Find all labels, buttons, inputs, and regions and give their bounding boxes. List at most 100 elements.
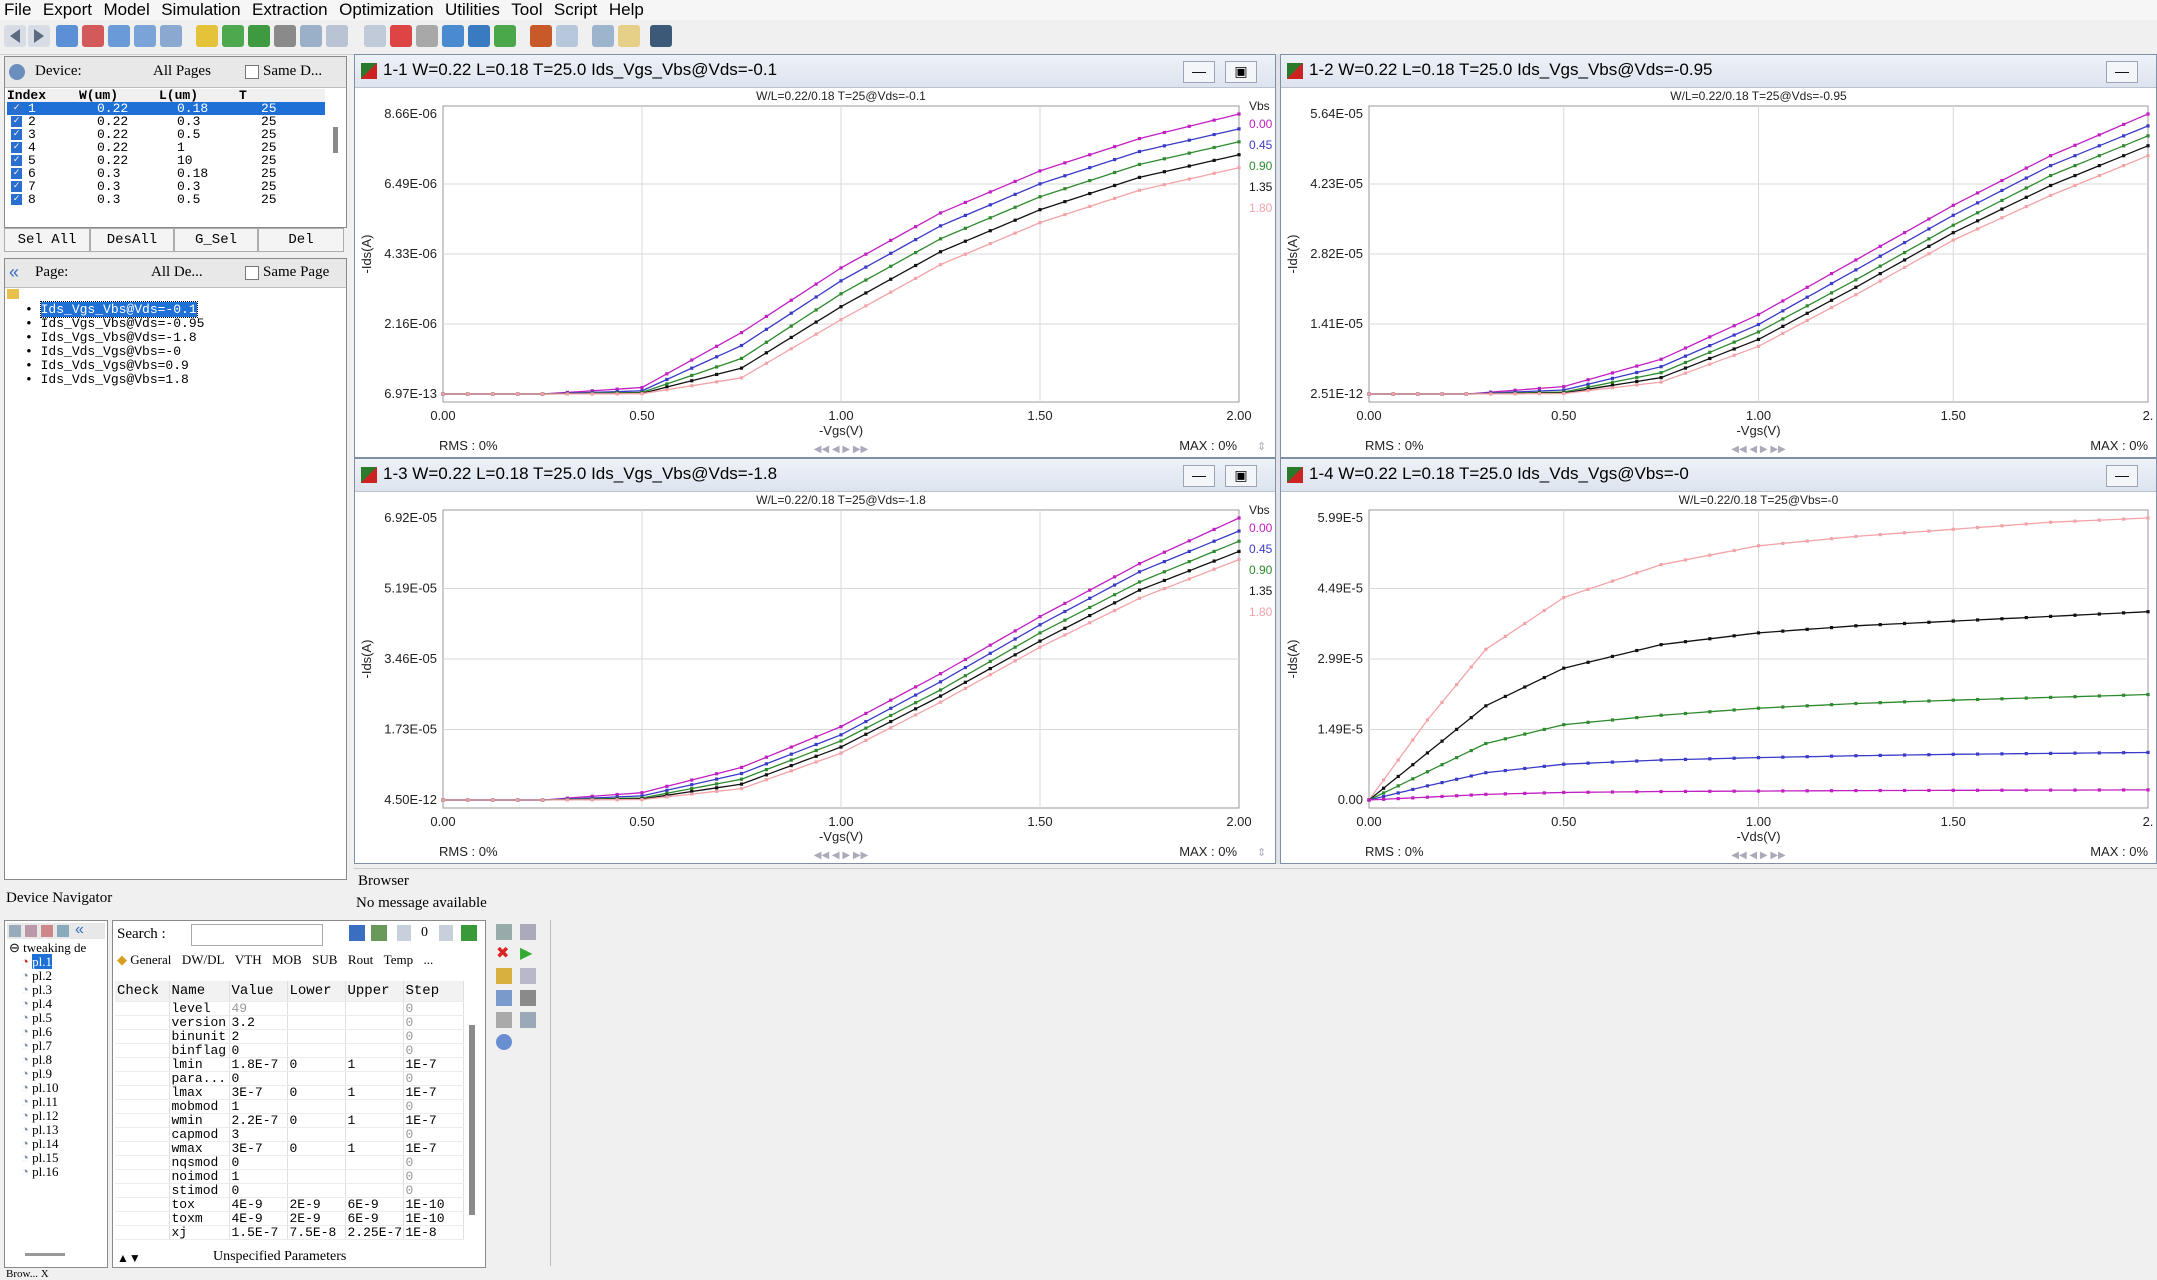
col-step[interactable]: Step: [403, 981, 464, 1002]
tree-item[interactable]: ◔ pl.3: [9, 983, 105, 997]
param-check[interactable]: [115, 1099, 170, 1114]
tree-item[interactable]: ◔ pl.13: [9, 1123, 105, 1137]
edit-icon[interactable]: [520, 968, 536, 984]
table-icon[interactable]: [326, 25, 348, 47]
nav-tool-icon-4[interactable]: [57, 925, 69, 937]
tree-item[interactable]: ◔ pl.1: [9, 954, 105, 969]
redo-icon[interactable]: [520, 924, 536, 940]
param-row[interactable]: mobmod 1 0: [115, 1099, 464, 1114]
row-check-icon[interactable]: ✓: [11, 194, 22, 206]
param-check[interactable]: [115, 1043, 170, 1058]
row-check-icon[interactable]: ✓: [11, 116, 22, 128]
page-item[interactable]: • Ids_Vds_Vgs@Vbs=0.9: [25, 359, 325, 373]
pages-select[interactable]: All Pages: [153, 63, 211, 80]
apply-icon[interactable]: [461, 925, 477, 941]
plot-window-2[interactable]: 1-2 W=0.22 L=0.18 T=25.0 Ids_Vgs_Vbs@Vds…: [1280, 54, 2157, 458]
tree-item[interactable]: ◔ pl.4: [9, 997, 105, 1011]
tree-item[interactable]: ◔ pl.14: [9, 1137, 105, 1151]
prev-icon[interactable]: [397, 925, 411, 941]
tree-item[interactable]: ◔ pl.2: [9, 969, 105, 983]
device-row[interactable]: ✓ 7 0.3 0.3 25: [7, 180, 325, 193]
pager-icon[interactable]: ◀◀ ◀ ▶ ▶▶: [1731, 850, 1786, 861]
bottom-tab-label[interactable]: Brow... X: [6, 1268, 49, 1280]
forward-arrow-icon[interactable]: [28, 25, 50, 47]
next-icon[interactable]: [439, 925, 453, 941]
nav-tool-icon-1[interactable]: [9, 925, 21, 937]
param-row[interactable]: binunit 2 0: [115, 1029, 464, 1044]
import-icon[interactable]: [222, 25, 244, 47]
param-check[interactable]: [115, 1029, 170, 1044]
plot-window-4[interactable]: 1-4 W=0.22 L=0.18 T=25.0 Ids_Vds_Vgs@Vbs…: [1280, 458, 2157, 864]
plot-window-1[interactable]: 1-1 W=0.22 L=0.18 T=25.0 Ids_Vgs_Vbs@Vds…: [354, 54, 1276, 458]
col-upper[interactable]: Upper: [345, 981, 404, 1002]
param-check[interactable]: [115, 1015, 170, 1030]
device-row[interactable]: ✓ 3 0.22 0.5 25: [7, 128, 325, 141]
menu-optimization[interactable]: Optimization: [335, 0, 436, 20]
menu-export[interactable]: Export: [39, 0, 95, 20]
tree-item[interactable]: ◔ pl.6: [9, 1025, 105, 1039]
tree-item[interactable]: ◔ pl.9: [9, 1067, 105, 1081]
param-check[interactable]: [115, 1183, 170, 1198]
device-scrollbar[interactable]: [333, 127, 338, 153]
plot-chart[interactable]: W/L=0.22/0.18 T=25@Vbs=-0 0.00 0.50 1.00 1.5…: [1281, 492, 2154, 862]
tab-general[interactable]: ◆ General: [117, 952, 171, 968]
param-row[interactable]: para... 0 0: [115, 1071, 464, 1086]
tab-mob[interactable]: MOB: [272, 952, 302, 968]
same-device-checkbox[interactable]: [245, 65, 259, 79]
collapse-icon[interactable]: «: [9, 262, 19, 283]
settings-icon[interactable]: [496, 1012, 512, 1028]
extract-icon[interactable]: [442, 25, 464, 47]
list-icon[interactable]: [556, 25, 578, 47]
param-row[interactable]: level 49 0: [115, 1001, 464, 1016]
undo-icon[interactable]: [496, 924, 512, 940]
tree-item[interactable]: ◔ pl.8: [9, 1053, 105, 1067]
menu-simulation[interactable]: Simulation: [157, 0, 243, 20]
remove-icon[interactable]: ✖: [496, 946, 512, 962]
plot-titlebar[interactable]: 1-2 W=0.22 L=0.18 T=25.0 Ids_Vgs_Vbs@Vds…: [1281, 55, 2156, 88]
panel-icon[interactable]: [160, 25, 182, 47]
device-row[interactable]: ✓ 6 0.3 0.18 25: [7, 167, 325, 180]
nav-collapse-icon[interactable]: «: [75, 921, 84, 939]
row-check-icon[interactable]: ✓: [11, 155, 22, 167]
document-icon[interactable]: [592, 25, 614, 47]
search-icon[interactable]: [496, 1034, 512, 1050]
device-row[interactable]: ✓ 4 0.22 1 25: [7, 141, 325, 154]
page-select[interactable]: All De...: [151, 264, 203, 281]
param-check[interactable]: [115, 1085, 170, 1100]
tile-window-icon[interactable]: [108, 25, 130, 47]
delete-icon[interactable]: [390, 25, 412, 47]
plot-titlebar[interactable]: 1-3 W=0.22 L=0.18 T=25.0 Ids_Vgs_Vbs@Vds…: [355, 459, 1275, 492]
tree-item[interactable]: ◔ pl.7: [9, 1039, 105, 1053]
tab-rout[interactable]: Rout: [348, 952, 373, 968]
tree-root[interactable]: ⊖ tweaking de: [9, 941, 105, 955]
tweak-icon[interactable]: [416, 25, 438, 47]
menu-extraction[interactable]: Extraction: [248, 0, 331, 20]
param-check[interactable]: [115, 1127, 170, 1142]
run-icon[interactable]: [494, 25, 516, 47]
chart-icon[interactable]: [300, 25, 322, 47]
layout-icon[interactable]: [134, 25, 156, 47]
plot-window-3[interactable]: 1-3 W=0.22 L=0.18 T=25.0 Ids_Vgs_Vbs@Vds…: [354, 458, 1276, 864]
device-row[interactable]: ✓ 1 0.22 0.18 25: [7, 102, 325, 115]
device-row[interactable]: ✓ 8 0.3 0.5 25: [7, 193, 325, 206]
maximize-button[interactable]: ▣: [1225, 465, 1257, 487]
param-check[interactable]: [115, 1197, 170, 1212]
scroll-arrows-icon[interactable]: ⇕: [1257, 441, 1266, 453]
param-check[interactable]: [115, 1071, 170, 1086]
paste-icon[interactable]: [520, 990, 536, 1006]
save-icon[interactable]: [520, 1012, 536, 1028]
tab-more[interactable]: ...: [424, 952, 434, 968]
screen-icon[interactable]: [650, 25, 672, 47]
plot-chart[interactable]: W/L=0.22/0.18 T=25@Vds=-0.95 0.00 0.50 1.00…: [1281, 88, 2154, 456]
param-row[interactable]: capmod 3 0: [115, 1127, 464, 1142]
row-check-icon[interactable]: ✓: [11, 142, 22, 154]
group-select-button[interactable]: G_Sel: [174, 228, 258, 252]
param-row[interactable]: toxm 4E-9 2E-9 6E-9 1E-10: [115, 1211, 464, 1226]
col-value[interactable]: Value: [229, 981, 288, 1002]
lock-icon[interactable]: [496, 968, 512, 984]
note-icon[interactable]: [618, 25, 640, 47]
scroll-arrows-icon[interactable]: ⇕: [1257, 847, 1266, 859]
param-row[interactable]: nqsmod 0 0: [115, 1155, 464, 1170]
open-window-icon[interactable]: [56, 25, 78, 47]
row-check-icon[interactable]: ✓: [11, 181, 22, 193]
